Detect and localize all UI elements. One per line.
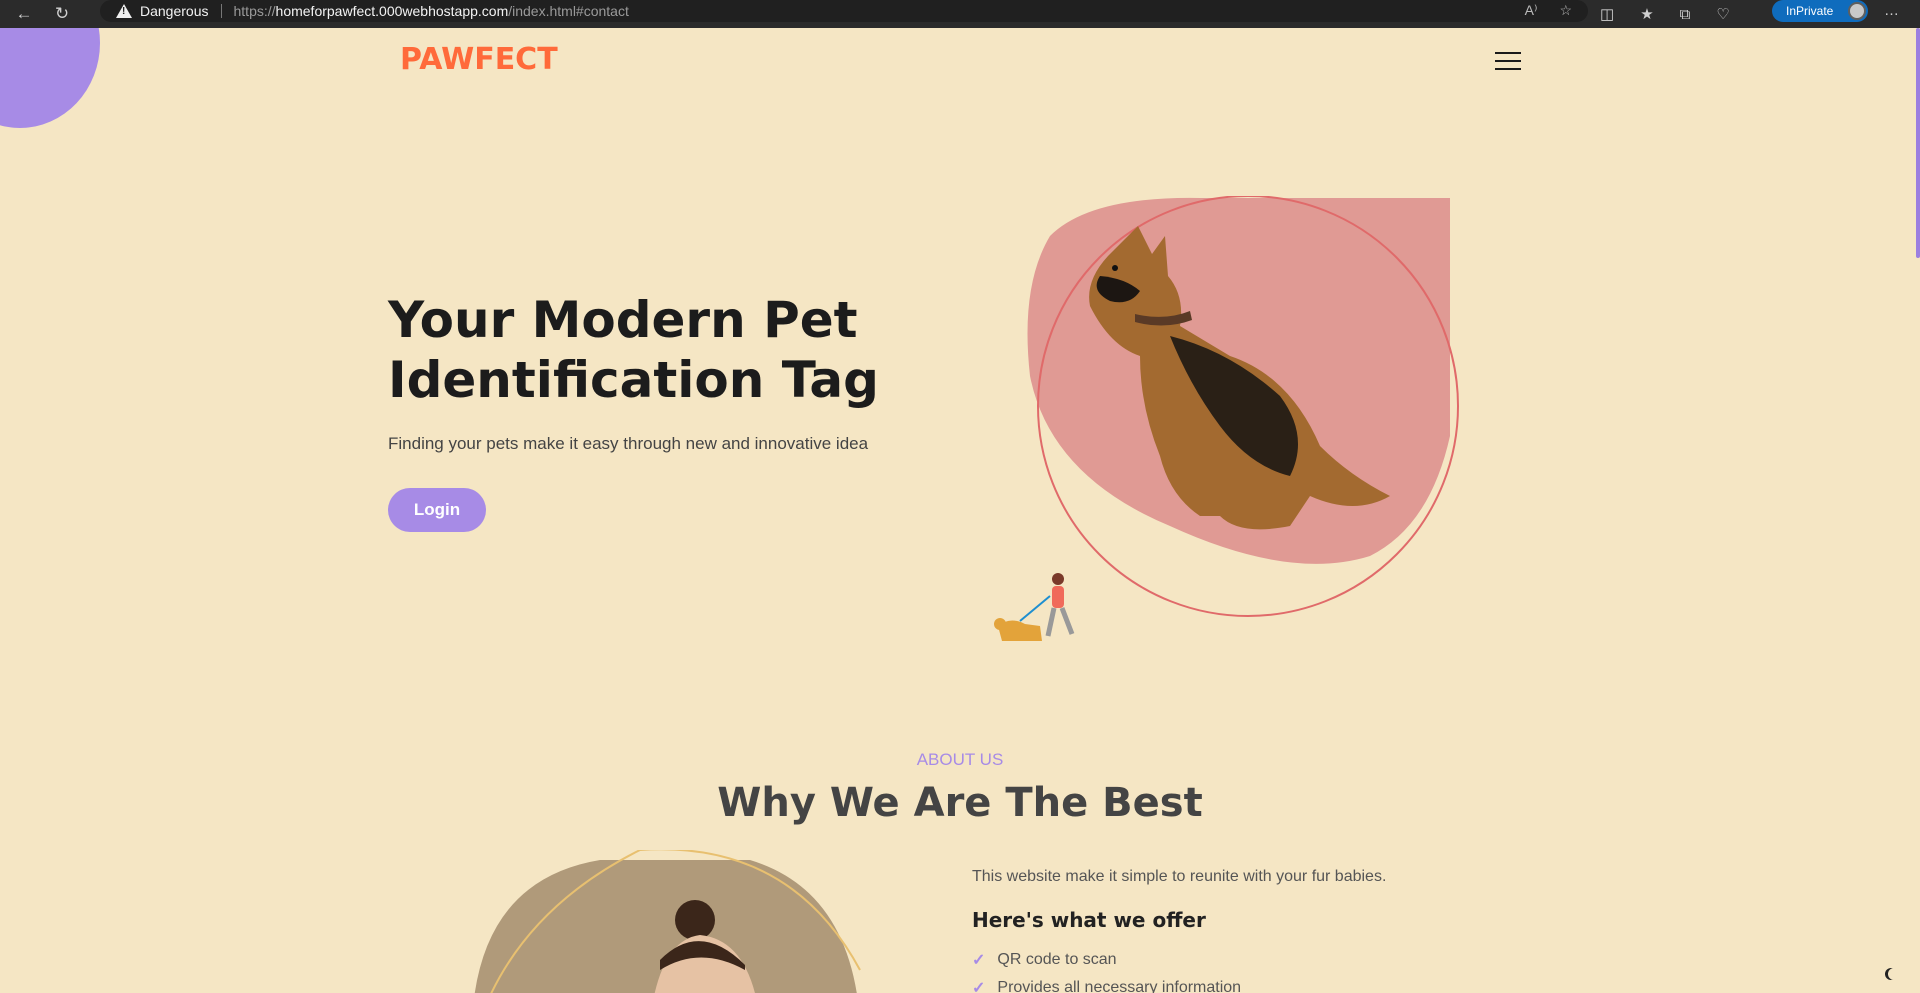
- hero-illustration: [994, 196, 1459, 641]
- offer-title: Here's what we offer: [972, 908, 1206, 932]
- check-icon: ✓: [972, 952, 986, 969]
- scrollbar[interactable]: [1916, 28, 1920, 993]
- refresh-icon[interactable]: ↻: [48, 0, 76, 28]
- read-aloud-icon[interactable]: A⁾: [1525, 2, 1538, 19]
- split-screen-icon[interactable]: ◫: [1600, 5, 1614, 23]
- about-title: Why We Are The Best: [717, 780, 1203, 826]
- about-label: ABOUT US: [916, 750, 1004, 769]
- hero-subtitle: Finding your pets make it easy through n…: [388, 434, 869, 453]
- list-item: ✓ Provides all necessary information: [972, 974, 1241, 993]
- more-menu-icon[interactable]: …: [1884, 2, 1899, 19]
- page: PAWFECT Your Modern Pet Identification T…: [0, 28, 1920, 993]
- check-icon: ✓: [972, 980, 986, 993]
- back-icon[interactable]: ←: [10, 0, 38, 28]
- favorite-star-icon[interactable]: ☆: [1559, 2, 1572, 19]
- offer-list: ✓ QR code to scan ✓ Provides all necessary…: [972, 946, 1241, 993]
- health-icon[interactable]: ♡: [1716, 5, 1729, 23]
- address-separator: [220, 4, 222, 18]
- corner-decoration: [0, 28, 100, 128]
- url-host: homeforpawfect.000webhostapp.com: [275, 3, 509, 19]
- hero-title: Your Modern Pet Identification Tag: [388, 291, 879, 409]
- url-path: /index.html#contact: [508, 3, 629, 19]
- collections-icon[interactable]: ⧉: [1680, 6, 1691, 23]
- browser-toolbar: ← ↻ Dangerous https://homeforpawfect.000…: [0, 0, 1920, 28]
- url-prefix: https://: [233, 3, 276, 19]
- url-text[interactable]: https://homeforpawfect.000webhostapp.com…: [234, 3, 629, 19]
- offer-text: Provides all necessary information: [997, 979, 1242, 993]
- favorites-icon[interactable]: ★: [1640, 5, 1653, 23]
- warning-icon: [116, 4, 132, 18]
- hamburger-menu-icon[interactable]: [1495, 52, 1521, 70]
- list-item: ✓ QR code to scan: [972, 946, 1241, 974]
- inprivate-badge[interactable]: InPrivate: [1772, 0, 1868, 22]
- offer-text: QR code to scan: [997, 951, 1117, 968]
- about-intro: This website make it simple to reunite w…: [972, 868, 1387, 885]
- dark-mode-toggle-icon[interactable]: [1888, 968, 1900, 980]
- security-label[interactable]: Dangerous: [140, 3, 209, 19]
- address-bar[interactable]: Dangerous https://homeforpawfect.000webh…: [100, 0, 1588, 22]
- site-logo[interactable]: PAWFECT: [400, 42, 558, 77]
- login-button[interactable]: Login: [388, 488, 486, 532]
- dog-walker-illustration: [994, 573, 1075, 641]
- inprivate-label: InPrivate: [1786, 4, 1834, 18]
- about-photo: [474, 850, 861, 993]
- scrollbar-thumb[interactable]: [1916, 28, 1920, 258]
- profile-avatar[interactable]: [1848, 2, 1866, 20]
